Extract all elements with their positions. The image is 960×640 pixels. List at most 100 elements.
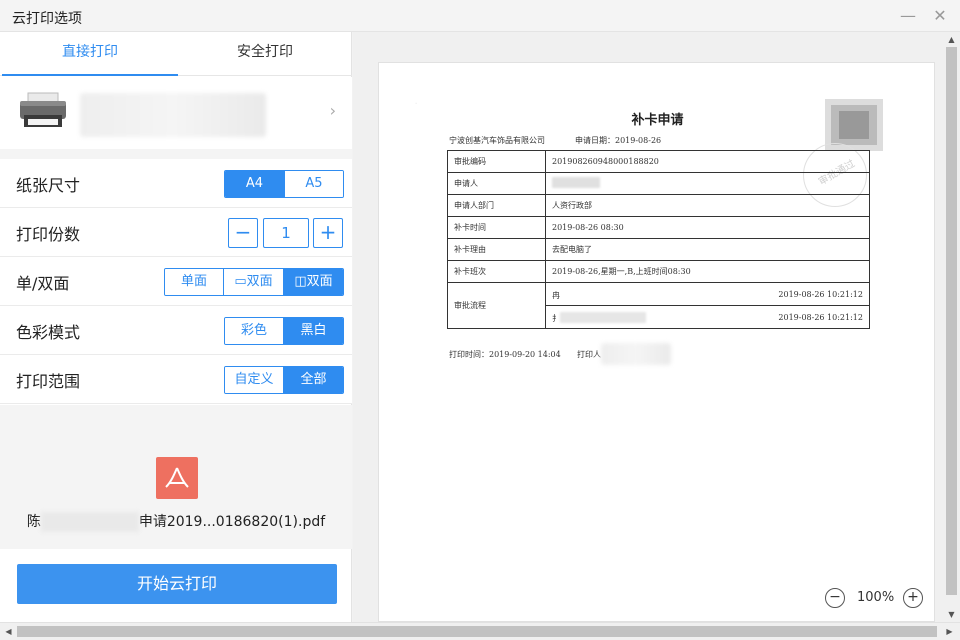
table-row: 申请人	[447, 172, 870, 195]
watermark: ·	[412, 98, 420, 109]
window-title: 云打印选项	[12, 11, 82, 27]
flow-step-person: 冉	[552, 291, 560, 300]
chevron-right-icon[interactable]: ›	[330, 101, 336, 120]
row-value: 201908260948000188820	[545, 150, 870, 173]
duplex-short-edge-label: 双面	[306, 274, 333, 289]
flow-step: 扌 2019-08-26 10:21:12	[545, 305, 870, 329]
print-options-panel: 直接打印 安全打印 › 纸张尺寸 A4 A5 打印份数 − 1 + 单/双面 单…	[0, 32, 352, 622]
copies-value[interactable]: 1	[263, 218, 309, 248]
file-name-suffix: 申请2019...0186820(1).pdf	[138, 514, 326, 530]
row-value: 去配电脑了	[545, 238, 870, 261]
zoom-out-button[interactable]: −	[825, 588, 845, 608]
print-range-label: 打印范围	[16, 372, 81, 391]
printer-name-redacted	[80, 93, 266, 137]
duplex-short-edge-button[interactable]: ◫双面	[284, 269, 343, 295]
applicant-redacted	[552, 177, 600, 188]
row-value: 2019-08-26 08:30	[545, 216, 870, 239]
paper-size-row: 纸张尺寸 A4 A5	[0, 159, 352, 208]
zoom-level: 100%	[857, 590, 895, 605]
tab-secure-print[interactable]: 安全打印	[177, 32, 353, 76]
start-cloud-print-button[interactable]: 开始云打印	[17, 564, 337, 604]
color-button[interactable]: 彩色	[225, 318, 284, 344]
duplex-long-edge-button[interactable]: ▭双面	[224, 269, 284, 295]
row-key: 审批编码	[447, 150, 546, 173]
preview-page: · 补卡申请 宁波创基汽车饰品有限公司 申请日期：2019-08-26 审批通过…	[378, 62, 935, 622]
application-table: 审批编码 201908260948000188820 申请人 申请人部门 人资行政部…	[447, 150, 870, 329]
flow-step-person: 扌	[552, 314, 560, 323]
file-name-prefix: 陈	[26, 514, 41, 530]
close-button[interactable]: ✕	[930, 6, 950, 26]
file-area: 陈 申请2019...0186820(1).pdf	[0, 405, 352, 549]
zoom-in-button[interactable]: +	[903, 588, 923, 608]
table-row: 补卡理由 去配电脑了	[447, 238, 870, 261]
file-name-redacted	[40, 512, 139, 532]
print-range-row: 打印范围 自定义 全部	[0, 355, 352, 404]
horizontal-scroll-thumb[interactable]	[17, 626, 937, 637]
color-mode-row: 色彩模式 彩色 黑白	[0, 306, 352, 355]
tab-direct-print[interactable]: 直接打印	[2, 32, 178, 76]
vertical-scroll-thumb[interactable]	[946, 47, 957, 595]
paper-a5-button[interactable]: A5	[285, 171, 343, 197]
scroll-left-icon[interactable]: ◀	[0, 623, 17, 640]
table-row: 补卡时间 2019-08-26 08:30	[447, 216, 870, 239]
range-custom-button[interactable]: 自定义	[225, 367, 284, 393]
flow-person-redacted	[560, 312, 646, 323]
simplex-button[interactable]: 单面	[165, 269, 224, 295]
paper-size-label: 纸张尺寸	[16, 176, 81, 195]
divider	[0, 149, 352, 159]
copies-row: 打印份数 − 1 +	[0, 208, 352, 257]
scroll-right-icon[interactable]: ▶	[941, 623, 958, 640]
paper-a4-button[interactable]: A4	[225, 171, 285, 197]
row-value	[545, 172, 870, 195]
copies-stepper: − 1 +	[228, 218, 344, 248]
printer-selector[interactable]: ›	[0, 77, 352, 149]
grayscale-button[interactable]: 黑白	[284, 318, 343, 344]
copies-decrement-button[interactable]: −	[228, 218, 258, 248]
flow-step-time: 2019-08-26 10:21:12	[778, 313, 863, 322]
apply-date: 申请日期：2019-08-26	[575, 136, 662, 145]
printer-person: 打印人	[577, 350, 601, 359]
color-mode-toggle: 彩色 黑白	[224, 317, 344, 345]
row-key: 申请人	[447, 172, 546, 195]
duplex-long-edge-label: 双面	[246, 274, 273, 289]
row-key: 补卡班次	[447, 260, 546, 283]
horizontal-scrollbar[interactable]: ◀ ▶	[0, 622, 960, 640]
duplex-label: 单/双面	[16, 274, 70, 293]
flow-step-time: 2019-08-26 10:21:12	[778, 290, 863, 299]
file-name: 陈 申请2019...0186820(1).pdf	[0, 511, 352, 532]
company-name: 宁波创基汽车饰品有限公司	[449, 136, 545, 145]
paper-size-toggle: A4 A5	[224, 170, 344, 198]
row-key: 补卡理由	[447, 238, 546, 261]
table-row: 审批流程 冉 2019-08-26 10:21:12	[447, 282, 870, 329]
duplex-row: 单/双面 单面 ▭双面 ◫双面	[0, 257, 352, 306]
title-bar: 云打印选项 — ✕	[0, 0, 960, 32]
duplex-toggle: 单面 ▭双面 ◫双面	[164, 268, 344, 296]
flow-label: 审批流程	[447, 282, 546, 329]
copies-increment-button[interactable]: +	[313, 218, 343, 248]
scroll-up-icon[interactable]: ▲	[943, 32, 960, 47]
scroll-down-icon[interactable]: ▼	[943, 607, 960, 622]
range-all-button[interactable]: 全部	[284, 367, 343, 393]
print-range-toggle: 自定义 全部	[224, 366, 344, 394]
print-preview[interactable]: · 补卡申请 宁波创基汽车饰品有限公司 申请日期：2019-08-26 审批通过…	[353, 32, 943, 622]
row-key: 补卡时间	[447, 216, 546, 239]
duplex-long-edge-icon: ▭	[234, 274, 247, 289]
table-row: 审批编码 201908260948000188820	[447, 150, 870, 173]
zoom-control: − 100% +	[825, 587, 934, 609]
pdf-icon	[156, 457, 198, 499]
table-row: 补卡班次 2019-08-26,星期一,B,上班时间08:30	[447, 260, 870, 283]
print-time: 打印时间：2019-09-20 14:04	[449, 350, 561, 359]
print-mode-tabs: 直接打印 安全打印	[0, 32, 352, 76]
vertical-scrollbar[interactable]: ▲ ▼	[943, 32, 960, 622]
flow-step: 冉 2019-08-26 10:21:12	[545, 282, 870, 306]
row-value: 2019-08-26,星期一,B,上班时间08:30	[545, 260, 870, 283]
row-value: 人资行政部	[545, 194, 870, 217]
copies-label: 打印份数	[16, 225, 81, 244]
printer-icon	[20, 92, 66, 127]
color-mode-label: 色彩模式	[16, 323, 81, 342]
printer-person-redacted	[601, 343, 671, 365]
duplex-short-edge-icon: ◫	[294, 274, 307, 289]
row-key: 申请人部门	[447, 194, 546, 217]
table-row: 申请人部门 人资行政部	[447, 194, 870, 217]
minimize-button[interactable]: —	[898, 6, 918, 26]
